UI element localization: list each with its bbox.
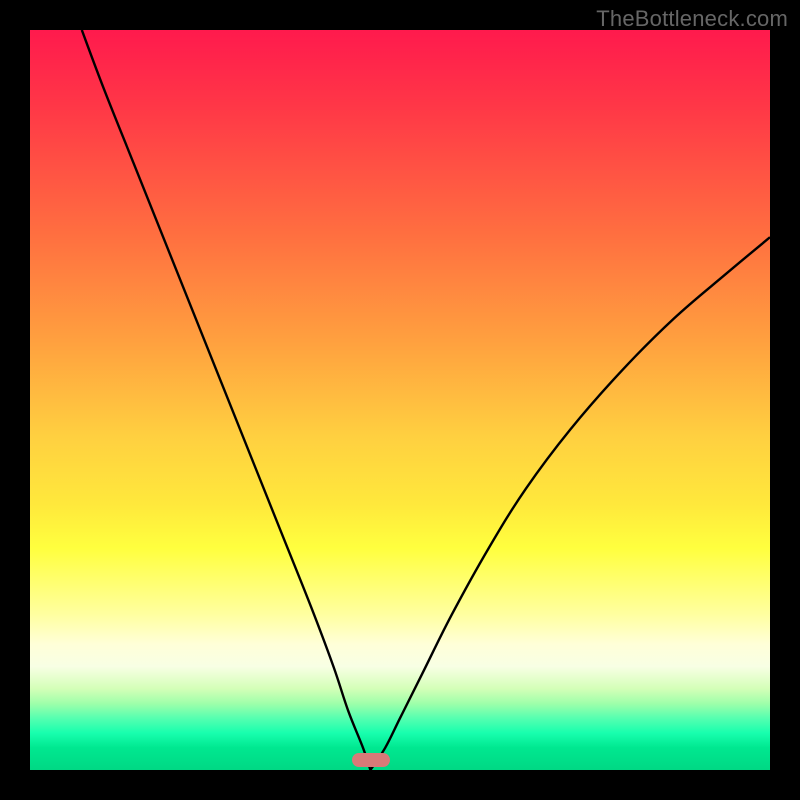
curve-right-branch (370, 237, 770, 770)
bottleneck-curve (30, 30, 770, 770)
optimum-marker (352, 753, 390, 767)
curve-left-branch (82, 30, 371, 770)
chart-plot-area (30, 30, 770, 770)
watermark-text: TheBottleneck.com (596, 6, 788, 32)
